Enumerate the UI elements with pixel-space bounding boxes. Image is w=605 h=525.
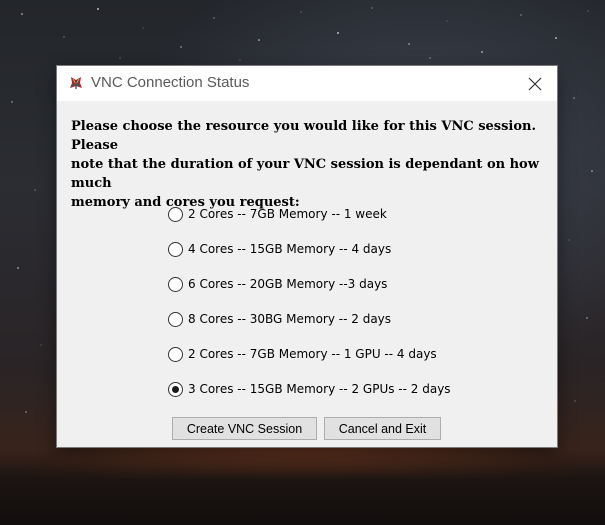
- resource-option-2[interactable]: 4 Cores -- 15GB Memory -- 4 days: [168, 239, 391, 259]
- tk-feather-icon: [68, 75, 84, 91]
- vnc-connection-dialog: VNC Connection Status Please choose the …: [57, 66, 557, 447]
- resource-prompt: Please choose the resource you would lik…: [71, 117, 541, 212]
- option-label: 6 Cores -- 20GB Memory --3 days: [188, 277, 388, 291]
- resource-option-1[interactable]: 2 Cores -- 7GB Memory -- 1 week: [168, 204, 387, 224]
- prompt-line-2: note that the duration of your VNC sessi…: [71, 157, 539, 191]
- radio-selected[interactable]: [168, 381, 183, 397]
- option-label: 2 Cores -- 7GB Memory -- 1 week: [188, 207, 387, 221]
- create-vnc-session-button[interactable]: Create VNC Session: [172, 417, 317, 440]
- option-label: 2 Cores -- 7GB Memory -- 1 GPU -- 4 days: [188, 347, 437, 361]
- resource-option-4[interactable]: 8 Cores -- 30BG Memory -- 2 days: [168, 309, 391, 329]
- window-title: VNC Connection Status: [91, 74, 250, 91]
- radio-unselected[interactable]: [168, 346, 183, 362]
- radio-unselected[interactable]: [168, 311, 183, 327]
- prompt-line-1: Please choose the resource you would lik…: [71, 119, 537, 153]
- option-label: 3 Cores -- 15GB Memory -- 2 GPUs -- 2 da…: [188, 382, 451, 396]
- horizon-silhouette: [0, 450, 605, 525]
- resource-option-3[interactable]: 6 Cores -- 20GB Memory --3 days: [168, 274, 387, 294]
- title-bar[interactable]: VNC Connection Status: [57, 66, 557, 101]
- option-label: 4 Cores -- 15GB Memory -- 4 days: [188, 242, 392, 256]
- close-button[interactable]: [513, 66, 557, 101]
- radio-unselected[interactable]: [168, 241, 183, 257]
- option-label: 8 Cores -- 30BG Memory -- 2 days: [188, 312, 392, 326]
- cancel-and-exit-button[interactable]: Cancel and Exit: [324, 417, 441, 440]
- resource-option-5[interactable]: 2 Cores -- 7GB Memory -- 1 GPU -- 4 days: [168, 344, 437, 364]
- radio-unselected[interactable]: [168, 276, 183, 292]
- radio-unselected[interactable]: [168, 206, 183, 222]
- resource-option-6[interactable]: 3 Cores -- 15GB Memory -- 2 GPUs -- 2 da…: [168, 379, 451, 399]
- close-icon: [528, 77, 542, 90]
